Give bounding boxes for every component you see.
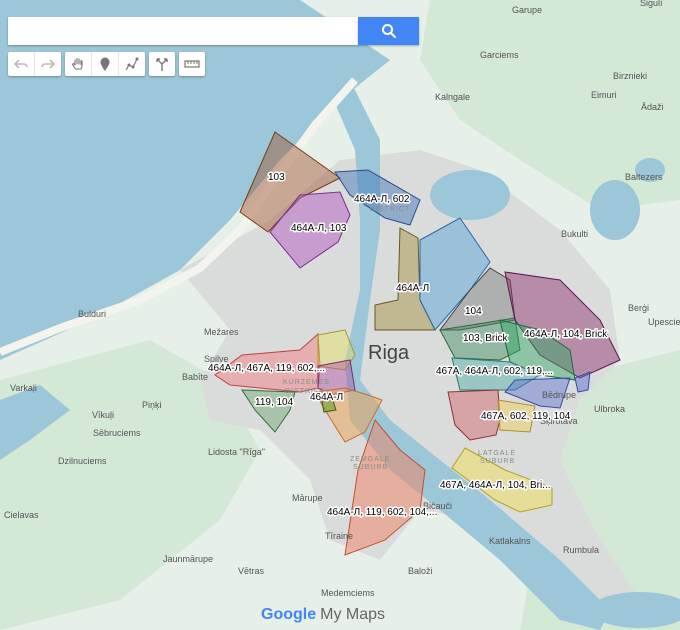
- district-label: SUBURB: [480, 458, 515, 465]
- pan-button[interactable]: [65, 52, 92, 76]
- region-label[interactable]: 103: [267, 171, 287, 185]
- place-label: Berģi: [628, 303, 649, 313]
- place-label: Mežares: [204, 327, 239, 337]
- region-label[interactable]: 464А-Л, 119, 602, 104,...: [326, 506, 439, 520]
- search-icon: [381, 24, 396, 39]
- place-label: Bulduri: [78, 309, 106, 319]
- place-label: Vīkuļi: [92, 410, 114, 420]
- search-button[interactable]: [358, 17, 419, 45]
- directions-button[interactable]: [149, 52, 175, 76]
- district-label: SUBURB: [353, 464, 388, 471]
- search-bar: [8, 17, 419, 45]
- measure-button[interactable]: [179, 52, 205, 76]
- place-label: Kalngale: [435, 92, 470, 102]
- place-label: Katlakalns: [489, 536, 531, 546]
- region-label[interactable]: 467А, 464А-Л, 104, Bri...: [439, 479, 553, 493]
- place-label: Dzilnuciems: [58, 456, 107, 466]
- district-label: DISTRICT: [370, 206, 410, 213]
- place-label: Jaunmārupe: [163, 554, 213, 564]
- place-label: Bēdrupe: [542, 390, 576, 400]
- place-label: Cielavas: [4, 510, 39, 520]
- draw-line-icon: [125, 57, 139, 71]
- region-label[interactable]: 119, 104: [254, 396, 296, 410]
- place-label: Birznieki: [613, 71, 647, 81]
- hand-icon: [71, 57, 83, 70]
- place-label: Lidosta "Rīga": [208, 447, 265, 457]
- district-label: LATGALE: [478, 450, 516, 457]
- redo-icon: [41, 59, 56, 69]
- region-label[interactable]: 464А-Л, 103: [290, 222, 349, 236]
- region-label[interactable]: 464А-Л: [395, 282, 431, 296]
- region-label[interactable]: 464А-Л: [309, 391, 345, 405]
- region-label[interactable]: 104: [464, 305, 484, 319]
- my-maps-text: My Maps: [320, 606, 386, 623]
- directions-icon: [156, 58, 168, 71]
- region-label[interactable]: 467А, 464А-Л, 602, 119,...: [435, 365, 555, 379]
- region-label[interactable]: 464А-Л, 467А, 119, 602,...: [207, 362, 327, 376]
- measure-tools: [179, 52, 205, 76]
- place-label: Ādaži: [641, 102, 664, 112]
- place-label: Ulbroka: [594, 404, 625, 414]
- place-label: Sigulī: [640, 0, 663, 8]
- place-label: Eimuri: [591, 90, 617, 100]
- undo-button[interactable]: [8, 52, 35, 76]
- place-label: Tīraine: [325, 531, 353, 541]
- route-tools: [149, 52, 175, 76]
- search-input[interactable]: [8, 17, 358, 45]
- ruler-icon: [184, 60, 200, 68]
- redo-button[interactable]: [35, 52, 61, 76]
- map-tools: [8, 52, 205, 76]
- place-label: Baltezers: [625, 172, 663, 182]
- undo-icon: [13, 59, 28, 69]
- google-my-maps-logo: Google My Maps: [261, 606, 385, 624]
- place-label: Medemciems: [321, 588, 375, 598]
- history-tools: [8, 52, 61, 76]
- map-canvas[interactable]: Garupe Sigulī Garciems Birznieki Kalngal…: [0, 0, 680, 630]
- place-label: Babīte: [182, 372, 208, 382]
- region-label[interactable]: 103, Brick: [462, 332, 510, 346]
- place-label: Upesciems: [648, 317, 680, 327]
- district-label: ZEMGALE: [350, 456, 390, 463]
- place-label: Sēbruciems: [93, 428, 141, 438]
- place-label: Varkaļi: [10, 383, 37, 393]
- place-label: Bukulti: [561, 229, 588, 239]
- region-label[interactable]: 464А-Л, 602: [353, 193, 412, 207]
- marker-icon: [100, 57, 110, 71]
- place-label: Baloži: [408, 566, 433, 576]
- draw-line-button[interactable]: [119, 52, 145, 76]
- place-label: Mārupe: [292, 493, 323, 503]
- place-label: Rumbula: [563, 545, 599, 555]
- district-label: KURZEMES: [283, 379, 330, 386]
- add-marker-button[interactable]: [92, 52, 119, 76]
- place-label: Vētras: [238, 566, 265, 576]
- place-label: Garupe: [512, 5, 542, 15]
- region-label[interactable]: 464А-Л, 104, Brick: [523, 328, 610, 342]
- region-label[interactable]: 467А, 602, 119, 104: [480, 410, 573, 424]
- city-label: Riga: [368, 342, 410, 364]
- place-label: Piņķi: [142, 400, 162, 410]
- google-logo: Google: [261, 606, 317, 623]
- draw-tools: [65, 52, 145, 76]
- place-label: Garciems: [480, 50, 519, 60]
